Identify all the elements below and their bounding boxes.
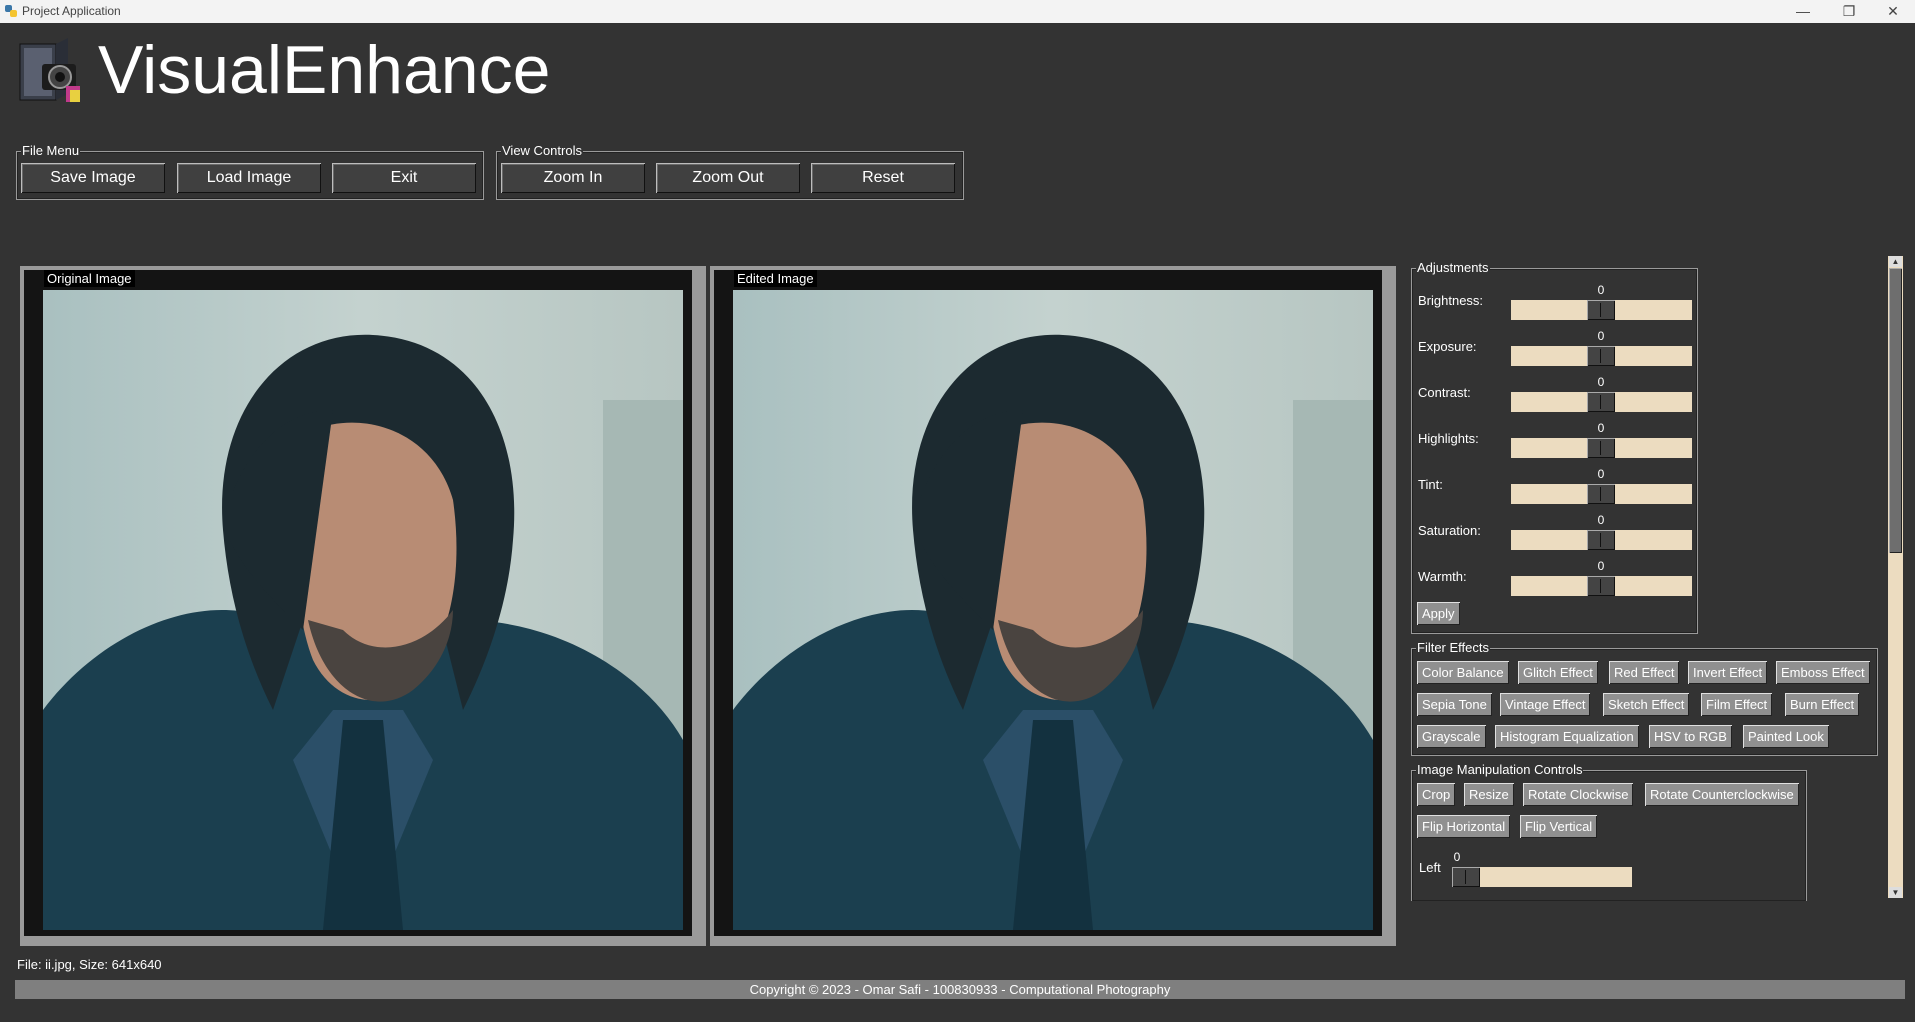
contrast-value: 0 <box>1597 375 1605 389</box>
scroll-up-arrow-icon[interactable]: ▲ <box>1889 256 1902 267</box>
copyright-footer: Copyright © 2023 - Omar Safi - 100830933… <box>15 980 1905 999</box>
original-image-canvas[interactable]: Original Image <box>24 270 692 936</box>
vintage-effect-button[interactable]: Vintage Effect <box>1500 693 1591 716</box>
edited-image-canvas[interactable]: Edited Image <box>714 270 1382 936</box>
brightness-value: 0 <box>1597 283 1605 297</box>
saturation-value: 0 <box>1597 513 1605 527</box>
apply-button[interactable]: Apply <box>1417 602 1460 625</box>
saturation-slider[interactable] <box>1511 530 1692 550</box>
window-titlebar: Project Application — ❐ ✕ <box>0 0 1915 23</box>
contrast-slider[interactable] <box>1511 392 1692 412</box>
crop-left-slider-thumb[interactable] <box>1452 867 1480 887</box>
warmth-slider[interactable] <box>1511 576 1692 596</box>
load-image-button[interactable]: Load Image <box>177 163 321 193</box>
tint-slider[interactable] <box>1511 484 1692 504</box>
restore-icon[interactable]: ❐ <box>1829 2 1869 20</box>
crop-left-slider[interactable] <box>1452 867 1632 887</box>
glitch-effect-button[interactable]: Glitch Effect <box>1518 661 1598 684</box>
view-controls-label: View Controls <box>501 143 583 158</box>
minimize-icon[interactable]: — <box>1783 2 1823 20</box>
exit-button[interactable]: Exit <box>332 163 476 193</box>
tint-slider-thumb[interactable] <box>1587 484 1615 504</box>
adjustments-group: Adjustments Brightness: 0 Exposure: 0 Co… <box>1411 260 1698 634</box>
sketch-effect-button[interactable]: Sketch Effect <box>1603 693 1690 716</box>
color-balance-button[interactable]: Color Balance <box>1417 661 1509 684</box>
film-effect-button[interactable]: Film Effect <box>1701 693 1773 716</box>
sepia-tone-button[interactable]: Sepia Tone <box>1417 693 1492 716</box>
camera-logo-icon <box>19 38 80 102</box>
file-menu-label: File Menu <box>21 143 81 158</box>
tint-label: Tint: <box>1418 477 1443 492</box>
grayscale-button[interactable]: Grayscale <box>1417 725 1486 748</box>
image-manipulation-label: Image Manipulation Controls <box>1416 762 1584 777</box>
reset-view-button[interactable]: Reset <box>811 163 955 193</box>
edited-portrait-photo <box>733 290 1373 930</box>
rotate-clockwise-button[interactable]: Rotate Clockwise <box>1523 783 1634 806</box>
original-image-label: Original Image <box>44 270 135 287</box>
adjustments-label: Adjustments <box>1416 260 1490 275</box>
contrast-label: Contrast: <box>1418 385 1471 400</box>
crop-left-label: Left <box>1419 860 1441 875</box>
controls-scrollbar[interactable]: ▲ ▼ <box>1888 256 1903 898</box>
save-image-button[interactable]: Save Image <box>21 163 165 193</box>
python-app-icon <box>5 5 17 17</box>
view-controls-group: View Controls Zoom In Zoom Out Reset <box>496 143 964 200</box>
highlights-slider[interactable] <box>1511 438 1692 458</box>
histogram-equalization-button[interactable]: Histogram Equalization <box>1495 725 1639 748</box>
file-status-text: File: ii.jpg, Size: 641x640 <box>17 957 162 972</box>
rotate-counterclockwise-button[interactable]: Rotate Counterclockwise <box>1645 783 1799 806</box>
tint-value: 0 <box>1597 467 1605 481</box>
scrollbar-thumb[interactable] <box>1889 268 1902 553</box>
exposure-slider-thumb[interactable] <box>1587 346 1615 366</box>
edited-image-label: Edited Image <box>734 270 817 287</box>
hsv-to-rgb-button[interactable]: HSV to RGB <box>1649 725 1732 748</box>
highlights-value: 0 <box>1597 421 1605 435</box>
warmth-label: Warmth: <box>1418 569 1467 584</box>
exposure-label: Exposure: <box>1418 339 1477 354</box>
zoom-in-button[interactable]: Zoom In <box>501 163 645 193</box>
close-icon[interactable]: ✕ <box>1873 2 1913 20</box>
crop-left-value: 0 <box>1453 850 1461 864</box>
resize-button[interactable]: Resize <box>1464 783 1514 806</box>
flip-horizontal-button[interactable]: Flip Horizontal <box>1417 815 1511 838</box>
brightness-slider-thumb[interactable] <box>1587 300 1615 320</box>
window-title: Project Application <box>22 4 121 18</box>
exposure-slider[interactable] <box>1511 346 1692 366</box>
original-image-panel: Original Image <box>20 266 706 946</box>
brightness-label: Brightness: <box>1418 293 1484 308</box>
saturation-slider-thumb[interactable] <box>1587 530 1615 550</box>
zoom-out-button[interactable]: Zoom Out <box>656 163 800 193</box>
invert-effect-button[interactable]: Invert Effect <box>1688 661 1768 684</box>
red-effect-button[interactable]: Red Effect <box>1609 661 1680 684</box>
brightness-slider[interactable] <box>1511 300 1692 320</box>
warmth-slider-thumb[interactable] <box>1587 576 1615 596</box>
image-manipulation-group: Image Manipulation Controls Crop Resize … <box>1411 762 1807 901</box>
crop-button[interactable]: Crop <box>1417 783 1456 806</box>
emboss-effect-button[interactable]: Emboss Effect <box>1776 661 1870 684</box>
contrast-slider-thumb[interactable] <box>1587 392 1615 412</box>
filter-effects-label: Filter Effects <box>1416 640 1491 655</box>
painted-look-button[interactable]: Painted Look <box>1743 725 1829 748</box>
warmth-value: 0 <box>1597 559 1605 573</box>
burn-effect-button[interactable]: Burn Effect <box>1785 693 1860 716</box>
exposure-value: 0 <box>1597 329 1605 343</box>
highlights-slider-thumb[interactable] <box>1587 438 1615 458</box>
scroll-down-arrow-icon[interactable]: ▼ <box>1889 887 1902 898</box>
flip-vertical-button[interactable]: Flip Vertical <box>1520 815 1598 838</box>
saturation-label: Saturation: <box>1418 523 1481 538</box>
original-portrait-photo <box>43 290 683 930</box>
app-name: VisualEnhance <box>98 32 551 108</box>
file-menu-group: File Menu Save Image Load Image Exit <box>16 143 484 200</box>
filter-effects-group: Filter Effects Color Balance Glitch Effe… <box>1411 640 1878 756</box>
edited-image-panel: Edited Image <box>710 266 1396 946</box>
highlights-label: Highlights: <box>1418 431 1479 446</box>
